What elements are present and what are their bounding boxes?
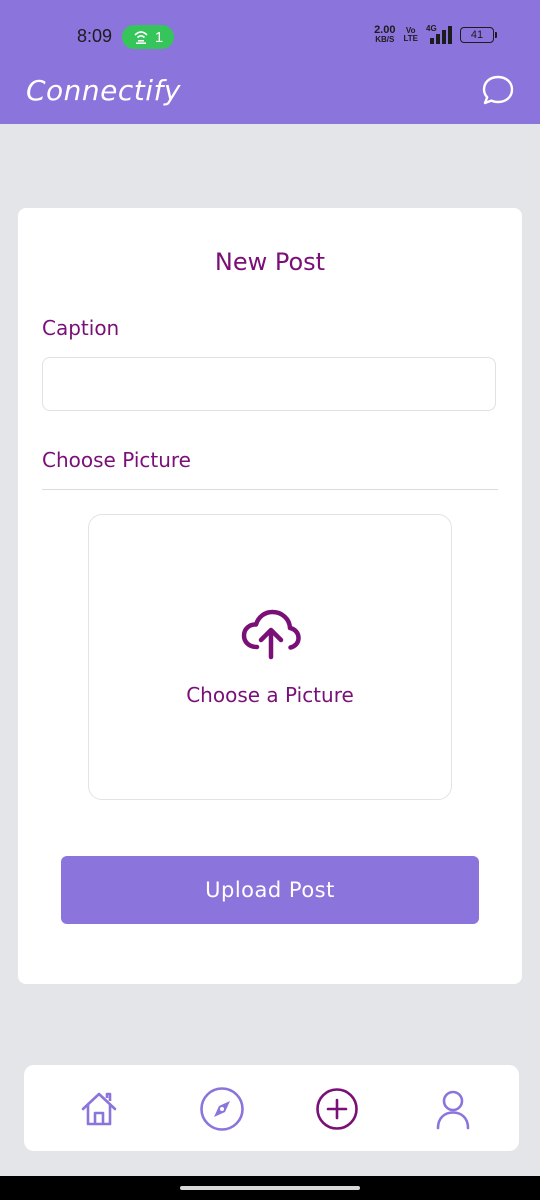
app-bar: Connectify — [0, 68, 540, 124]
app-title: Connectify — [26, 74, 181, 107]
new-post-card: New Post Caption Choose Picture Choose a… — [18, 208, 522, 984]
user-icon — [436, 1090, 470, 1130]
hotspot-icon — [134, 31, 148, 44]
home-icon — [81, 1092, 117, 1126]
caption-label: Caption — [42, 316, 120, 340]
nav-explore[interactable] — [198, 1085, 246, 1133]
signal-strength-icon: 4G — [426, 24, 452, 44]
choose-picture-text: Choose a Picture — [186, 683, 354, 707]
nav-new-post[interactable] — [313, 1085, 361, 1133]
volte-bottom: LTE — [403, 34, 418, 43]
network-type: 4G — [426, 24, 437, 33]
status-bar: 8:09 1 2.00 KB/S Vo LTE 4G 41 — [0, 0, 540, 68]
battery-icon: 41 — [460, 27, 497, 43]
battery-level: 41 — [470, 29, 484, 41]
network-speed: 2.00 KB/S — [374, 24, 396, 45]
system-gesture-bar — [0, 1176, 540, 1200]
caption-input[interactable] — [42, 357, 496, 411]
gesture-handle[interactable] — [180, 1186, 360, 1190]
volte-indicator: Vo LTE — [403, 27, 418, 43]
add-circle-icon — [316, 1088, 358, 1130]
hotspot-indicator: 1 — [122, 25, 174, 49]
nav-home[interactable] — [75, 1085, 123, 1133]
nav-profile[interactable] — [429, 1085, 477, 1133]
network-speed-unit: KB/S — [375, 35, 395, 44]
network-speed-value: 2.00 — [374, 24, 396, 36]
status-indicators: 2.00 KB/S Vo LTE 4G 41 — [374, 24, 497, 45]
picture-picker[interactable]: Choose a Picture — [88, 514, 452, 800]
status-time: 8:09 — [77, 26, 113, 46]
bottom-navigation — [24, 1065, 519, 1151]
choose-picture-label: Choose Picture — [42, 448, 191, 472]
upload-post-button[interactable]: Upload Post — [61, 856, 479, 924]
divider — [42, 489, 498, 490]
hotspot-count: 1 — [154, 28, 164, 46]
new-post-title: New Post — [214, 248, 326, 276]
chat-button[interactable] — [478, 71, 518, 111]
compass-icon — [200, 1087, 244, 1131]
chat-bubble-icon — [482, 75, 514, 105]
cloud-upload-icon — [241, 609, 301, 660]
